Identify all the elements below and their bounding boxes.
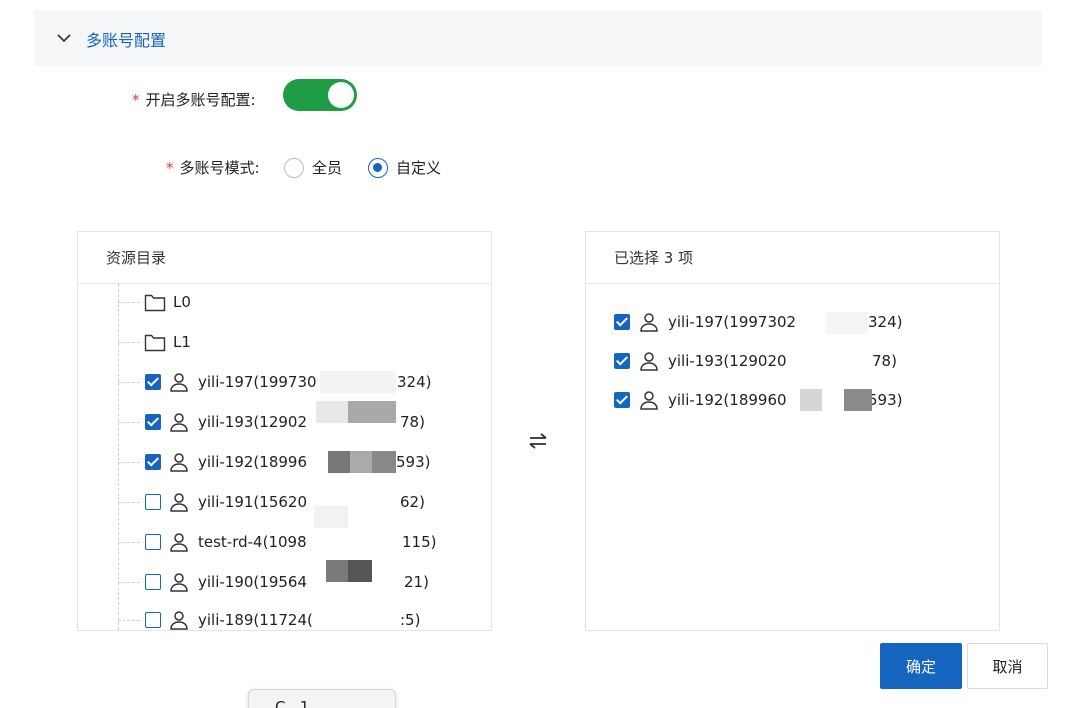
selected-item[interactable]: yili-192(189960 593) [586, 380, 999, 420]
account-label: yili-189(11724( [198, 611, 313, 629]
tree-item-label: L0 [173, 293, 191, 311]
checkbox[interactable] [145, 494, 161, 510]
account-label-suffix: :5) [400, 611, 421, 629]
selected-item[interactable]: yili-193(129020 78) [586, 341, 999, 381]
radio-all[interactable]: 全员 [284, 157, 342, 178]
popover-text: C . 1 [275, 698, 310, 708]
tree-item-l1[interactable]: L1 [78, 322, 491, 362]
radio-custom[interactable]: 自定义 [368, 157, 441, 178]
folder-icon [144, 334, 166, 352]
toggle-knob [328, 82, 354, 108]
user-icon [170, 413, 188, 432]
account-label-suffix: 593) [396, 453, 431, 471]
account-label-suffix: 115) [402, 533, 437, 551]
confirm-button[interactable]: 确定 [880, 643, 962, 689]
checkbox-checked[interactable] [614, 314, 630, 330]
section-header[interactable]: 多账号配置 [34, 10, 1042, 66]
account-label: yili-192(189960 [668, 391, 787, 409]
cancel-button[interactable]: 取消 [967, 643, 1048, 689]
redaction-blur [800, 389, 822, 411]
account-label: yili-197(1997302 [668, 313, 797, 331]
redaction-blur [348, 560, 372, 582]
redaction-blur [326, 560, 348, 582]
enable-label: 开启多账号配置: [145, 91, 256, 109]
redaction-blur [320, 371, 396, 393]
tree-item-l0[interactable]: L0 [78, 282, 491, 322]
enable-toggle[interactable] [283, 79, 357, 111]
tree-item-account[interactable]: yili-189(11724( :5) [78, 600, 491, 630]
redaction-blur [826, 312, 868, 334]
redaction-blur [372, 451, 396, 473]
mode-label: 多账号模式: [179, 159, 260, 177]
user-icon [170, 573, 188, 592]
redaction-blur [844, 389, 872, 411]
required-mark: * [132, 90, 140, 109]
radio-circle-checked[interactable] [368, 157, 388, 178]
checkbox[interactable] [145, 534, 161, 550]
panel-title: 资源目录 [78, 232, 491, 284]
tree-item-account[interactable]: test-rd-4(1098 115) [78, 506, 491, 562]
user-icon [640, 391, 658, 410]
radio-circle[interactable] [284, 157, 304, 178]
user-icon [170, 453, 188, 472]
section-title: 多账号配置 [86, 31, 167, 50]
radio-all-label: 全员 [312, 159, 343, 177]
redaction-blur [316, 401, 348, 423]
user-icon [170, 533, 188, 552]
checkbox-checked[interactable] [145, 414, 161, 430]
checkbox-checked[interactable] [614, 392, 630, 408]
tree-item-label: L1 [173, 333, 191, 351]
resource-directory-panel: 资源目录 L0 L1 yili-197(199730 324) yili-193… [77, 231, 492, 631]
user-icon [170, 373, 188, 392]
redaction-blur [350, 451, 372, 473]
required-mark: * [166, 158, 174, 177]
account-label: yili-197(199730 [198, 373, 317, 391]
user-icon [170, 493, 188, 512]
enable-row: * 开启多账号配置: [132, 89, 256, 110]
redaction-blur [314, 506, 348, 528]
account-label: yili-192(18996 [198, 453, 307, 471]
user-icon [640, 352, 658, 371]
account-label: test-rd-4(1098 [198, 533, 307, 551]
checkbox-checked[interactable] [145, 374, 161, 390]
tree-item-account[interactable]: yili-193(12902 78) [78, 401, 491, 442]
checkbox[interactable] [145, 612, 161, 628]
bottom-popover: C . 1 [248, 689, 396, 708]
redaction-blur [328, 451, 350, 473]
account-label-suffix: 78) [400, 413, 425, 431]
panel-title: 已选择 3 项 [586, 232, 999, 284]
user-icon [170, 611, 188, 630]
tree-item-account[interactable]: yili-197(199730 324) [78, 362, 491, 402]
user-icon [640, 313, 658, 332]
account-label-suffix: 21) [404, 573, 429, 591]
account-label-suffix: 324) [868, 313, 903, 331]
selected-panel: 已选择 3 项 yili-197(1997302 324) yili-193(1… [585, 231, 1000, 631]
checkbox[interactable] [145, 574, 161, 590]
radio-custom-label: 自定义 [396, 159, 442, 177]
account-label: yili-193(12902 [198, 413, 307, 431]
mode-row: * 多账号模式: [166, 157, 260, 178]
redaction-blur [348, 401, 396, 423]
checkbox-checked[interactable] [614, 353, 630, 369]
account-label-suffix: 62) [400, 493, 425, 511]
chevron-down-icon[interactable] [56, 30, 72, 46]
account-label-suffix: 593) [868, 391, 903, 409]
swap-arrows-icon[interactable] [527, 430, 549, 452]
folder-icon [144, 294, 166, 312]
tree-item-account[interactable]: yili-192(18996 593) [78, 442, 491, 482]
account-label: yili-193(129020 [668, 352, 787, 370]
tree-item-account[interactable]: yili-190(19564 21) [78, 560, 491, 602]
account-label: yili-190(19564 [198, 573, 307, 591]
account-label-suffix: 78) [872, 352, 897, 370]
account-label: yili-191(15620 [198, 493, 307, 511]
tree-item-account[interactable]: yili-191(15620 62) [78, 482, 491, 522]
selected-item[interactable]: yili-197(1997302 324) [586, 302, 999, 342]
checkbox-checked[interactable] [145, 454, 161, 470]
account-label-suffix: 324) [397, 373, 432, 391]
